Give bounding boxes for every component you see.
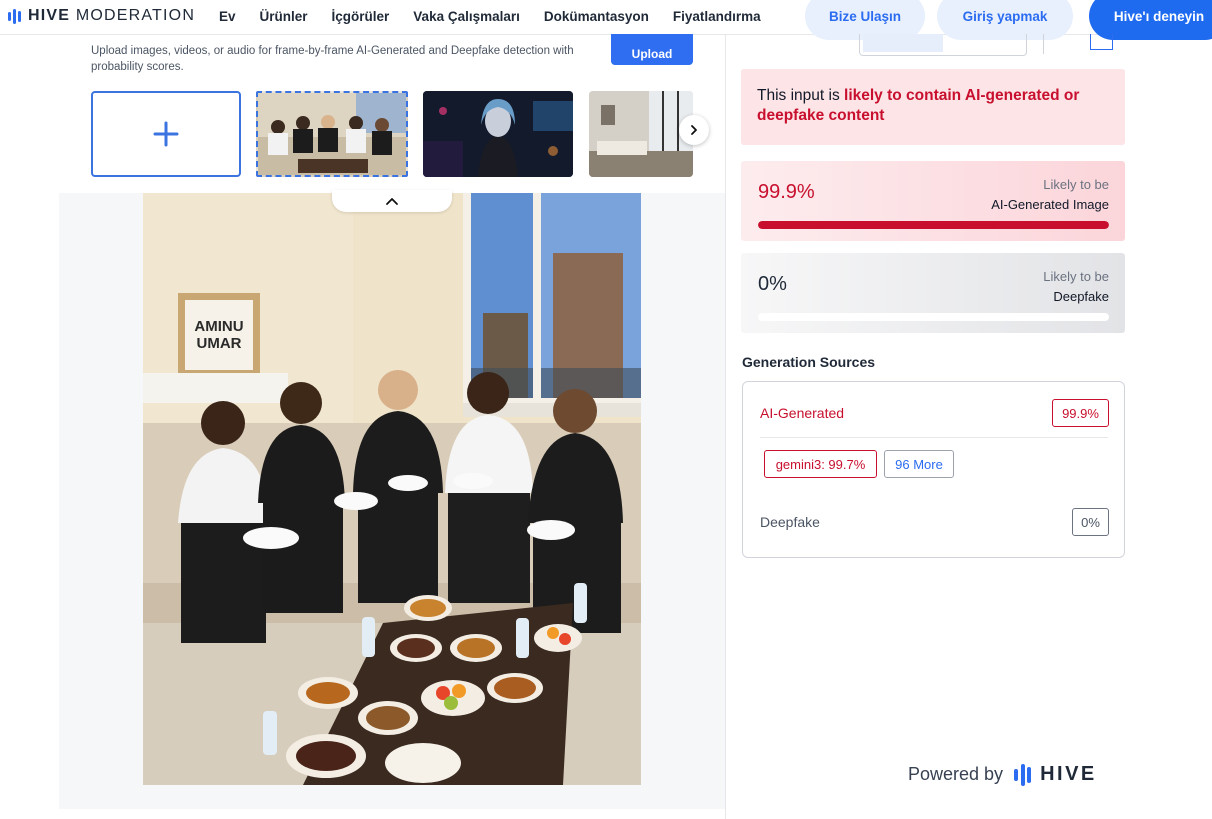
panel-divider <box>725 34 726 819</box>
nav-link-insights[interactable]: İçgörüler <box>332 9 390 24</box>
expand-icon[interactable] <box>1090 34 1113 50</box>
powered-by-brand: HIVE <box>1040 763 1097 785</box>
hive-logo-icon <box>1014 763 1032 786</box>
nav-link-products[interactable]: Ürünler <box>260 9 308 24</box>
deepfake-bar <box>758 313 1109 321</box>
collapse-thumbnails-button[interactable] <box>332 190 452 212</box>
thumbnails-next-button[interactable] <box>679 115 709 145</box>
result-toggle[interactable] <box>859 34 1027 56</box>
thumb-group-dinner-art <box>258 93 406 175</box>
logo-bold: HIVE <box>28 7 71 24</box>
analyzed-image: AMINU UMAR <box>143 193 641 785</box>
thumb-living-room[interactable] <box>589 91 693 177</box>
plus-icon <box>153 121 179 147</box>
top-nav: HIVE MODERATION Ev Ürünler İçgörüler Vak… <box>0 0 1212 40</box>
ai-generated-bar-fill <box>758 221 1109 229</box>
deepfake-caption: Likely to be Deepfake <box>1043 267 1109 307</box>
source-chip-more[interactable]: 96 More <box>884 450 954 478</box>
chevron-up-icon <box>386 198 398 205</box>
thumb-neon-portrait[interactable] <box>423 91 573 177</box>
powered-by-hive[interactable]: Powered by HIVE <box>908 763 1097 786</box>
logo-light: MODERATION <box>75 7 196 24</box>
ai-generated-caption-line1: Likely to be <box>1043 177 1109 192</box>
source-chip-gemini3[interactable]: gemini3: 99.7% <box>764 450 877 478</box>
toolbar-separator <box>1043 34 1044 54</box>
sources-ai-generated-score: 99.9% <box>1052 399 1109 427</box>
poster-line2: UMAR <box>197 335 242 352</box>
analyzed-image-art: AMINU UMAR <box>143 193 641 785</box>
nav-link-case-studies[interactable]: Vaka Çalışmaları <box>413 9 520 24</box>
ai-generated-bar <box>758 221 1109 229</box>
powered-by-label: Powered by <box>908 764 1004 784</box>
ai-generated-score: 99.9% <box>758 181 815 203</box>
sources-deepfake-score: 0% <box>1072 508 1109 536</box>
nav-link-pricing[interactable]: Fiyatlandırma <box>673 9 761 24</box>
sources-divider <box>760 437 1108 438</box>
nav-link-documentation[interactable]: Dokümantasyon <box>544 9 649 24</box>
result-toggle-active-segment[interactable] <box>863 34 943 52</box>
hive-moderation-logo[interactable]: HIVE MODERATION <box>8 7 195 25</box>
ai-generated-caption: Likely to be AI-Generated Image <box>991 175 1109 215</box>
generation-sources-box: AI-Generated 99.9% gemini3: 99.7% 96 Mor… <box>742 381 1125 558</box>
deepfake-caption-line2: Deepfake <box>1053 289 1109 304</box>
upload-description: Upload images, videos, or audio for fram… <box>91 45 574 73</box>
upload-button[interactable]: Upload <box>611 34 693 65</box>
thumb-neon-portrait-art <box>423 91 573 177</box>
generation-sources-title: Generation Sources <box>742 354 876 370</box>
sources-ai-generated-label: AI-Generated <box>760 405 845 421</box>
sources-deepfake-label: Deepfake <box>760 514 820 530</box>
verdict-prefix: This input is <box>757 87 845 104</box>
chevron-right-icon <box>691 125 697 135</box>
deepfake-caption-line1: Likely to be <box>1043 269 1109 284</box>
nav-link-home[interactable]: Ev <box>219 9 236 24</box>
poster-line1: AMINU <box>194 318 243 335</box>
deepfake-score-card: 0% Likely to be Deepfake <box>741 253 1125 333</box>
deepfake-score: 0% <box>758 273 787 295</box>
add-media-button[interactable] <box>91 91 241 177</box>
verdict-banner: This input is likely to contain AI-gener… <box>741 69 1125 145</box>
ai-generated-score-card: 99.9% Likely to be AI-Generated Image <box>741 161 1125 241</box>
hive-logo-icon <box>8 8 21 24</box>
thumb-group-dinner[interactable] <box>256 91 408 177</box>
thumb-living-room-art <box>589 91 693 177</box>
nav-links: Ev Ürünler İçgörüler Vaka Çalışmaları Do… <box>219 9 785 24</box>
logo-text: HIVE MODERATION <box>28 7 195 25</box>
ai-generated-caption-line2: AI-Generated Image <box>991 197 1109 212</box>
